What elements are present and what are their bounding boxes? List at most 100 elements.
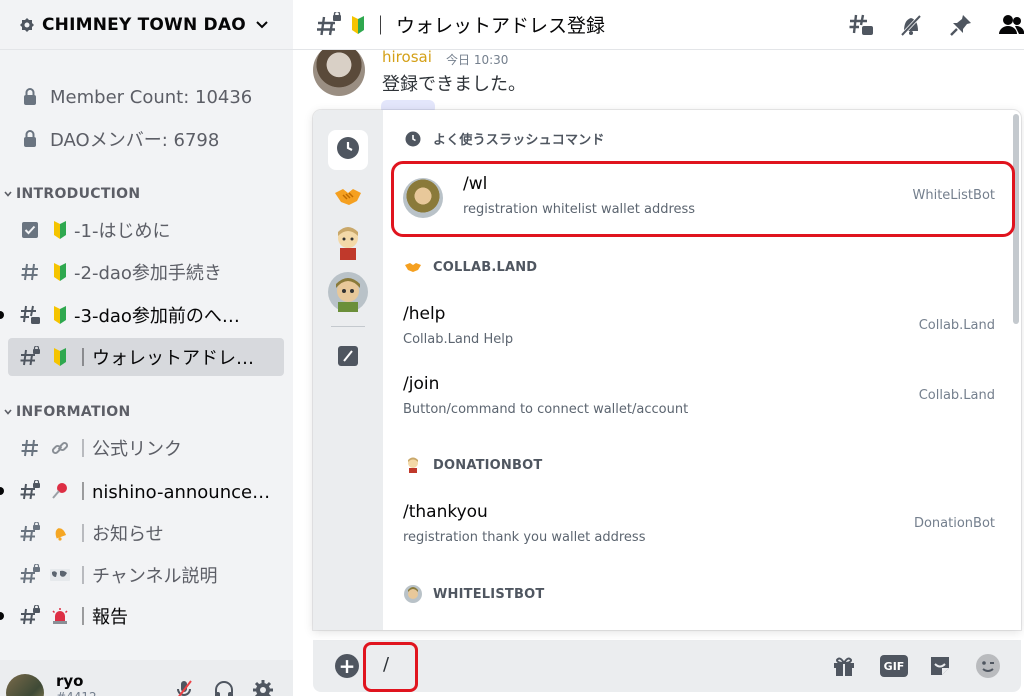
donationbot-avatar-icon: [333, 226, 363, 266]
message-author[interactable]: hirosai: [382, 48, 432, 66]
chevron-down-icon[interactable]: [253, 15, 271, 37]
sticker-icon[interactable]: [925, 652, 955, 680]
command-description: registration thank you wallet address: [403, 530, 646, 545]
dao-member-stat: DAOメンバー: 6798: [8, 120, 284, 158]
channel-channel-guide[interactable]: ｜チャンネル説明: [8, 556, 284, 594]
handshake-icon: [333, 185, 363, 211]
user-avatar[interactable]: [6, 674, 44, 696]
caret-down-icon: [0, 407, 16, 417]
checklist-channel-icon: [18, 218, 42, 242]
channel-oshirase[interactable]: ｜お知らせ: [8, 514, 284, 552]
clock-icon: [403, 131, 423, 147]
whitelistbot-tab[interactable]: [328, 272, 368, 316]
channel-official-links[interactable]: ｜公式リンク: [8, 429, 284, 467]
chat-area: ｜ ウォレットアドレス登録 hirosai 今日 10:30 登録できました。: [293, 0, 1024, 696]
channel-report[interactable]: ｜報告: [8, 597, 284, 635]
gift-icon[interactable]: [829, 652, 859, 680]
command-bot-name: DonationBot: [913, 516, 995, 531]
beginner-mark-icon: [351, 15, 365, 34]
section-donationbot: DONATIONBOT: [403, 457, 542, 473]
clock-icon: [336, 136, 360, 164]
channel-header: ｜ ウォレットアドレス登録: [293, 0, 1024, 50]
caret-down-icon: [0, 189, 16, 199]
recent-commands-tab[interactable]: [328, 130, 368, 170]
threads-icon[interactable]: [848, 12, 874, 38]
unread-indicator: [0, 612, 4, 620]
command-name: /help: [403, 304, 446, 324]
channel-sidebar: CHIMNEY TOWN DAO Member Count: 10436 DAO…: [0, 0, 293, 696]
world-map-icon: [50, 568, 70, 582]
message-timestamp: 今日 10:30: [446, 53, 509, 67]
mute-mic-icon[interactable]: [172, 678, 196, 696]
locked-hashtag-icon: [18, 479, 42, 503]
chat-message: hirosai 今日 10:30 登録できました。: [311, 44, 1011, 114]
collab-land-tab[interactable]: [328, 178, 368, 218]
command-bot-name: Collab.Land: [918, 318, 995, 333]
hashtag-icon: [18, 436, 42, 460]
server-name: CHIMNEY TOWN DAO: [42, 14, 246, 35]
category-introduction[interactable]: INTRODUCTION: [0, 186, 140, 202]
slash-command-icon: [337, 345, 359, 371]
locked-hashtag-icon: [18, 563, 42, 587]
highlight-box: [363, 642, 418, 692]
user-panel: ryo #4412: [0, 660, 293, 696]
command-name: /thankyou: [403, 502, 488, 522]
whitelistbot-avatar-icon: [328, 272, 368, 316]
command-category-rail: [313, 110, 383, 630]
channel-dao-sanka[interactable]: -2-dao参加手続き: [8, 253, 284, 291]
command-join[interactable]: /join Button/command to connect wallet/a…: [383, 372, 1001, 438]
slash-command-popup: よく使うスラッシュコマンド /wl registration whitelist…: [313, 110, 1021, 630]
category-information[interactable]: INFORMATION: [0, 404, 131, 420]
channel-nishino-announce[interactable]: ｜nishino-announce…: [8, 472, 284, 510]
channel-wallet-address[interactable]: ｜ウォレットアドレ…: [8, 338, 284, 376]
command-bot-name: Collab.Land: [918, 388, 995, 403]
hashtag-icon: [18, 260, 42, 284]
bell-icon: [50, 524, 70, 542]
member-count-stat: Member Count: 10436: [8, 78, 284, 116]
member-list-icon[interactable]: [998, 12, 1024, 38]
beginner-mark-icon: [50, 221, 70, 239]
pushpin-icon: [50, 482, 70, 500]
command-help[interactable]: /help Collab.Land Help Collab.Land: [383, 302, 1001, 368]
user-tag: #4412: [56, 690, 97, 696]
gear-icon[interactable]: [251, 678, 275, 696]
locked-hashtag-icon: [18, 521, 42, 545]
unread-indicator: [0, 487, 4, 495]
locked-hashtag-icon: [315, 11, 345, 38]
locked-hashtag-icon: [18, 345, 42, 369]
unread-indicator: [0, 311, 4, 319]
channel-dao-sanka-mae[interactable]: -3-dao参加前のへ…: [8, 296, 284, 334]
add-attachment-button[interactable]: +: [335, 654, 359, 678]
beginner-mark-icon: [50, 306, 70, 324]
command-description: Button/command to connect wallet/account: [403, 402, 689, 417]
section-frequent: よく使うスラッシュコマンド: [403, 129, 605, 148]
thread-channel-icon: [18, 303, 42, 327]
apps-tab[interactable]: [328, 338, 368, 378]
message-input[interactable]: /: [383, 654, 389, 675]
link-icon: [50, 439, 70, 457]
pinned-messages-icon[interactable]: [948, 12, 974, 38]
server-header[interactable]: CHIMNEY TOWN DAO: [0, 0, 293, 50]
command-thankyou[interactable]: /thankyou registration thank you wallet …: [383, 500, 1001, 566]
command-name: /join: [403, 374, 440, 394]
siren-icon: [50, 607, 70, 625]
message-author-avatar[interactable]: [313, 44, 365, 96]
channel-hajimeni[interactable]: -1-はじめに: [8, 211, 284, 249]
donationbot-tab[interactable]: [328, 226, 368, 266]
beginner-mark-icon: [50, 348, 70, 366]
highlight-box: [391, 161, 1015, 237]
whitelistbot-avatar-icon: [403, 585, 423, 603]
message-text: 登録できました。: [382, 74, 526, 95]
user-name: ryo: [56, 672, 84, 690]
emoji-picker-icon[interactable]: [973, 652, 1003, 680]
lock-icon: [18, 127, 42, 151]
beginner-mark-icon: [50, 263, 70, 281]
message-input-bar: + / GIF: [313, 640, 1021, 692]
donationbot-avatar-icon: [403, 457, 423, 473]
section-whitelistbot: WHITELISTBOT: [403, 585, 544, 603]
section-collab-land: COLLAB.LAND: [403, 259, 537, 275]
notification-muted-icon[interactable]: [898, 12, 924, 38]
headset-icon[interactable]: [212, 678, 236, 696]
rail-divider: [331, 326, 365, 327]
gif-button[interactable]: GIF: [879, 652, 909, 680]
